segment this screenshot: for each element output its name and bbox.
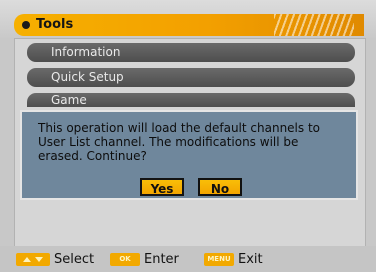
ok-key-icon: OK	[110, 252, 140, 266]
arrow-keys-icon	[16, 252, 50, 266]
bullet-icon	[22, 21, 30, 29]
hint-exit-label: Exit	[238, 251, 263, 267]
menu-item-information[interactable]: Information	[27, 43, 355, 62]
header: Tools	[0, 0, 376, 38]
hint-enter: OK Enter	[110, 251, 179, 267]
decorative-stripes	[274, 14, 354, 36]
confirm-dialog: This operation will load the default cha…	[20, 110, 358, 200]
hint-enter-label: Enter	[144, 251, 179, 267]
hint-select: Select	[16, 251, 94, 267]
tools-screen: Tools Information Quick Setup Game This …	[0, 0, 376, 272]
hint-exit: MENU Exit	[204, 251, 263, 267]
no-button[interactable]: No	[198, 178, 242, 196]
yes-button[interactable]: Yes	[140, 178, 184, 196]
title-bar: Tools	[14, 14, 364, 36]
menu-item-game[interactable]: Game	[27, 93, 355, 107]
menu-key-icon: MENU	[204, 252, 234, 266]
dialog-message: This operation will load the default cha…	[38, 121, 320, 163]
hint-select-label: Select	[54, 251, 95, 267]
menu-item-quick-setup[interactable]: Quick Setup	[27, 68, 355, 87]
footer-hints: Select OK Enter MENU Exit	[0, 246, 376, 272]
page-title: Tools	[36, 17, 74, 32]
